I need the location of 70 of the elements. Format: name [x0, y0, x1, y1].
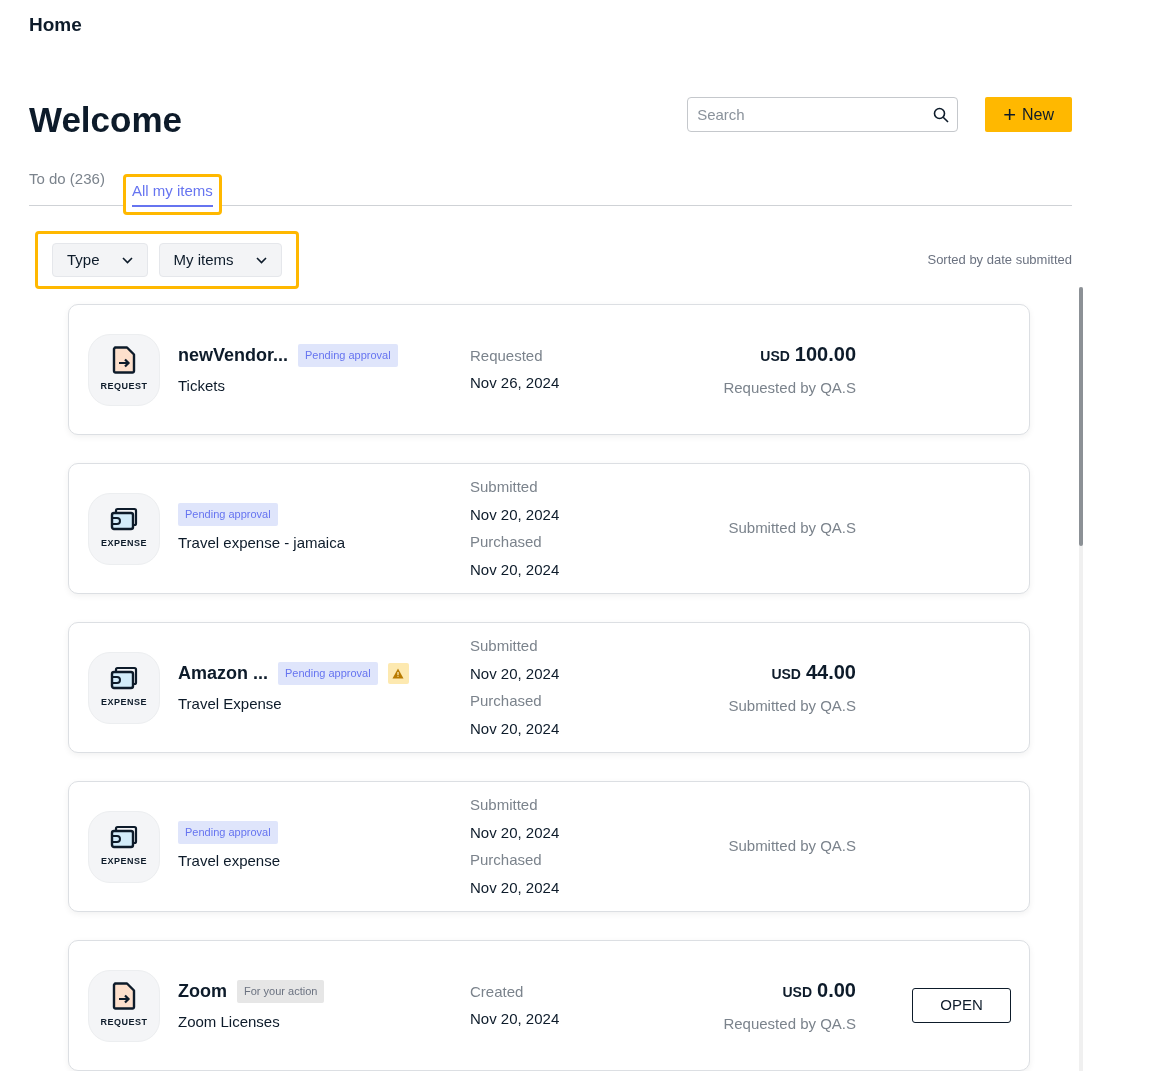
open-button[interactable]: OPEN	[912, 988, 1011, 1023]
item-subtitle: Travel expense - jamaica	[178, 532, 346, 553]
amount-value: 0.00	[817, 978, 856, 1004]
date-value: Nov 26, 2024	[470, 373, 561, 393]
tab[interactable]: To do (236)	[29, 167, 105, 195]
new-button[interactable]: + New	[985, 97, 1072, 133]
status-badge: Pending approval	[278, 662, 378, 685]
type-label: REQUEST	[100, 379, 148, 393]
date-value: Nov 20, 2024	[470, 822, 561, 843]
tab[interactable]: All my items	[131, 179, 213, 207]
submitter-text: Requested by QA.S	[723, 378, 856, 399]
wallet-icon	[110, 665, 138, 690]
status-badge: For your action	[237, 980, 325, 1003]
date-label: Submitted	[470, 636, 539, 656]
date-label: Created	[470, 981, 525, 1002]
status-badge: Pending approval	[178, 821, 278, 844]
submitter-text: Submitted by QA.S	[728, 518, 856, 539]
date-value: Nov 20, 2024	[470, 663, 561, 684]
date-label: Purchased	[470, 691, 543, 711]
date-value: Nov 20, 2024	[470, 1009, 561, 1029]
currency-code: USD	[771, 665, 801, 685]
status-badge: Pending approval	[178, 503, 278, 526]
amount-value: 100.00	[794, 342, 856, 368]
submitter-text: Submitted by QA.S	[728, 696, 856, 717]
currency-code: USD	[782, 983, 813, 1003]
item-subtitle: Travel Expense	[178, 693, 283, 714]
filter-dropdown[interactable]: Type	[52, 243, 148, 277]
date-label: Purchased	[470, 532, 543, 552]
date-label: Requested	[470, 345, 544, 366]
search-icon	[933, 107, 950, 124]
item-card[interactable]: EXPENSE Amazon ... Pending approval Travel Expense Submitted Nov 20, 2024 Purchased Nov 20, 2024 USD 44.00 Submitted by QA.S	[68, 622, 1030, 753]
document-arrow-icon	[112, 981, 136, 1010]
scrollbar-thumb[interactable]	[1079, 287, 1083, 546]
date-label: Submitted	[470, 477, 539, 497]
wallet-icon	[110, 824, 138, 849]
type-label: EXPENSE	[101, 695, 147, 709]
page-title: Home	[29, 13, 82, 37]
date-label: Submitted	[470, 795, 539, 815]
item-subtitle: Zoom Licenses	[178, 1011, 281, 1032]
type-label: EXPENSE	[101, 536, 147, 550]
chevron-down-icon	[255, 256, 267, 264]
item-title: Amazon ...	[178, 661, 268, 685]
submitter-text: Requested by QA.S	[723, 1014, 856, 1035]
type-label: REQUEST	[100, 1015, 148, 1029]
filter-dropdown[interactable]: My items	[158, 243, 282, 277]
item-card[interactable]: REQUEST Zoom For your action Zoom Licenses Created Nov 20, 2024 USD 0.00 Requested by QA.S OPEN	[68, 940, 1030, 1071]
date-value: Nov 20, 2024	[470, 718, 561, 739]
welcome-heading: Welcome	[29, 98, 183, 141]
date-value: Nov 20, 2024	[470, 559, 561, 580]
wallet-icon	[110, 506, 138, 531]
item-subtitle: Tickets	[178, 375, 226, 396]
item-card[interactable]: REQUEST newVendor... Pending approval Tickets Requested Nov 26, 2024 USD 100.00 Requested by QA.S	[68, 304, 1030, 435]
currency-code: USD	[760, 347, 790, 367]
item-title: Zoom	[178, 979, 227, 1003]
date-value: Nov 20, 2024	[470, 877, 561, 898]
chevron-down-icon	[121, 256, 133, 264]
plus-icon: +	[1003, 103, 1016, 126]
sort-label: Sorted by date submitted	[927, 251, 1072, 270]
type-label: EXPENSE	[101, 854, 147, 868]
date-value: Nov 20, 2024	[470, 504, 561, 525]
item-title: newVendor...	[178, 343, 289, 367]
amount-value: 44.00	[805, 660, 856, 686]
item-card[interactable]: EXPENSE Pending approval Travel expense Submitted Nov 20, 2024 Purchased Nov 20, 2024 Submitted by QA.S	[68, 781, 1030, 912]
document-arrow-icon	[112, 345, 136, 374]
search-field[interactable]: Search	[687, 97, 959, 133]
item-subtitle: Travel expense	[178, 850, 281, 871]
date-label: Purchased	[470, 850, 543, 870]
item-card[interactable]: EXPENSE Pending approval Travel expense - jamaica Submitted Nov 20, 2024 Purchased Nov 20, 2024 Submitted by QA.S	[68, 463, 1030, 594]
status-badge: Pending approval	[298, 344, 398, 367]
submitter-text: Submitted by QA.S	[728, 836, 856, 857]
